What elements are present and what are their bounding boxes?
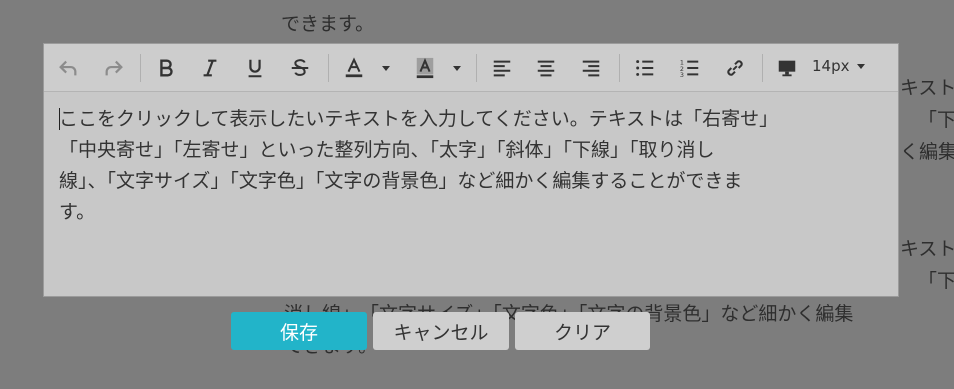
- toolbar-separator: [328, 54, 329, 82]
- device-icon: [778, 60, 796, 77]
- svg-text:3: 3: [680, 71, 684, 79]
- bg-color-button[interactable]: [409, 52, 441, 84]
- device-preview-button[interactable]: [771, 52, 803, 84]
- redo-icon: [105, 60, 123, 76]
- chevron-down-icon: [857, 64, 866, 69]
- text-color-icon: [345, 57, 363, 78]
- editor-line: 線」、「文字サイズ」「文字色」「文字の背景色」など細かく編集することができま: [59, 170, 743, 192]
- rich-text-editor: 123 14px ここをクリックして表示したいテキストを入力してください。テキス…: [43, 43, 899, 297]
- align-left-button[interactable]: [486, 52, 518, 84]
- background-text-fragment: キスト: [900, 238, 954, 260]
- editor-line: 「中央寄せ」「左寄せ」といった整列方向、「太字」「斜体」「下線」「取り消し: [59, 139, 715, 161]
- undo-button[interactable]: [52, 52, 84, 84]
- font-size-select[interactable]: 14px: [812, 57, 866, 75]
- background-text-fragment: く編集: [900, 141, 954, 163]
- editor-line: す。: [59, 201, 96, 223]
- align-center-icon: [537, 60, 555, 77]
- bullet-list-button[interactable]: [629, 52, 661, 84]
- italic-button[interactable]: [194, 52, 226, 84]
- editor-line: ここをクリックして表示したいテキストを入力してください。テキストは「右寄せ」: [59, 108, 779, 130]
- bg-color-dropdown[interactable]: [445, 52, 469, 84]
- text-color-button[interactable]: [338, 52, 370, 84]
- strikethrough-button[interactable]: [284, 52, 316, 84]
- undo-icon: [59, 60, 77, 76]
- redo-button[interactable]: [98, 52, 130, 84]
- bullet-list-icon: [636, 60, 654, 76]
- align-right-icon: [582, 60, 600, 77]
- bold-button[interactable]: [150, 52, 182, 84]
- editor-content[interactable]: ここをクリックして表示したいテキストを入力してください。テキストは「右寄せ」 「…: [59, 104, 859, 228]
- italic-icon: [203, 59, 217, 77]
- cancel-button[interactable]: キャンセル: [373, 312, 509, 350]
- link-icon: [727, 60, 743, 76]
- save-button[interactable]: 保存: [231, 312, 367, 350]
- text-color-dropdown[interactable]: [374, 52, 398, 84]
- bold-icon: [160, 59, 173, 77]
- toolbar-separator: [140, 54, 141, 82]
- numbered-list-icon: 123: [680, 58, 699, 79]
- editor-toolbar: 123 14px: [44, 44, 898, 92]
- link-button[interactable]: [719, 52, 751, 84]
- toolbar-separator: [619, 54, 620, 82]
- background-text-fragment: 「下: [918, 270, 954, 292]
- numbered-list-button[interactable]: 123: [674, 52, 706, 84]
- chevron-down-icon: [453, 66, 461, 71]
- strikethrough-icon: [291, 59, 309, 76]
- font-size-value: 14px: [812, 57, 850, 75]
- clear-button[interactable]: クリア: [515, 312, 650, 350]
- background-text-top: できます。: [281, 13, 375, 35]
- bg-color-icon: [416, 57, 434, 79]
- toolbar-separator: [762, 54, 763, 82]
- chevron-down-icon: [382, 66, 390, 71]
- align-left-icon: [493, 60, 511, 77]
- background-text-fragment: キスト: [900, 77, 954, 99]
- background-text-fragment: 「下: [918, 109, 954, 131]
- toolbar-separator: [476, 54, 477, 82]
- underline-icon: [248, 59, 262, 78]
- align-right-button[interactable]: [575, 52, 607, 84]
- underline-button[interactable]: [239, 52, 271, 84]
- align-center-button[interactable]: [530, 52, 562, 84]
